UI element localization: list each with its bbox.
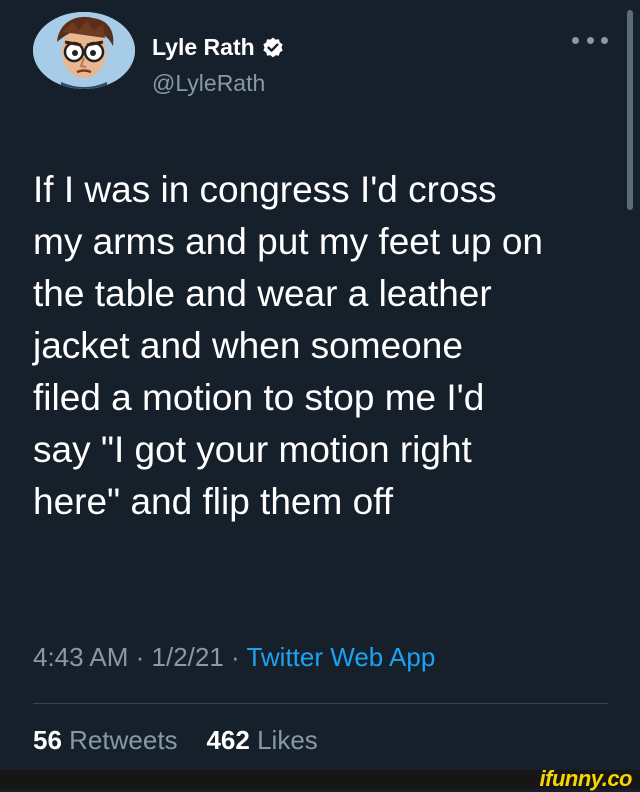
scrollbar[interactable] xyxy=(627,10,633,210)
cartoon-face-avatar-icon xyxy=(33,12,135,89)
tweet-line: jacket and when someone xyxy=(33,325,463,366)
author-name[interactable]: Lyle Rath xyxy=(152,34,255,61)
tweet-line: filed a motion to stop me I'd xyxy=(33,377,485,418)
author-avatar[interactable] xyxy=(33,12,135,89)
verified-badge-icon xyxy=(261,36,285,60)
retweets-label: Retweets xyxy=(69,725,178,755)
retweets-count: 56 xyxy=(33,725,62,755)
tweet-line: If I was in congress I'd cross xyxy=(33,169,497,210)
ifunny-watermark: ifunny.co xyxy=(539,766,633,791)
more-dot xyxy=(601,36,608,44)
tweet-stats: 56 Retweets 462 Likes xyxy=(33,725,318,756)
meta-separator: · xyxy=(223,642,247,672)
tweet-meta: 4:43 AM · 1/2/21 · Twitter Web App xyxy=(33,642,435,673)
tweet-source-link[interactable]: Twitter Web App xyxy=(246,642,435,672)
likes-stat[interactable]: 462 Likes xyxy=(206,725,317,755)
more-options-icon[interactable] xyxy=(572,30,608,50)
more-dot xyxy=(586,36,594,44)
likes-count: 462 xyxy=(206,725,250,755)
meta-separator: · xyxy=(128,642,152,672)
tweet-line: my arms and put my feet up on xyxy=(33,221,544,262)
tweet-line: say "I got your motion right xyxy=(33,429,472,470)
tweet-line: the table and wear a leather xyxy=(33,273,492,314)
author-handle[interactable]: @LyleRath xyxy=(152,70,265,97)
tweet-text: If I was in congress I'd cross my arms a… xyxy=(33,164,618,528)
more-dot xyxy=(572,36,579,44)
tweet-line: here" and flip them off xyxy=(33,481,394,522)
likes-label: Likes xyxy=(257,725,318,755)
author-name-row: Lyle Rath xyxy=(152,34,285,61)
tweet-time[interactable]: 4:43 AM xyxy=(33,642,128,672)
retweets-stat[interactable]: 56 Retweets xyxy=(33,725,178,755)
tweet-date[interactable]: 1/2/21 xyxy=(152,642,224,672)
divider xyxy=(33,703,608,704)
